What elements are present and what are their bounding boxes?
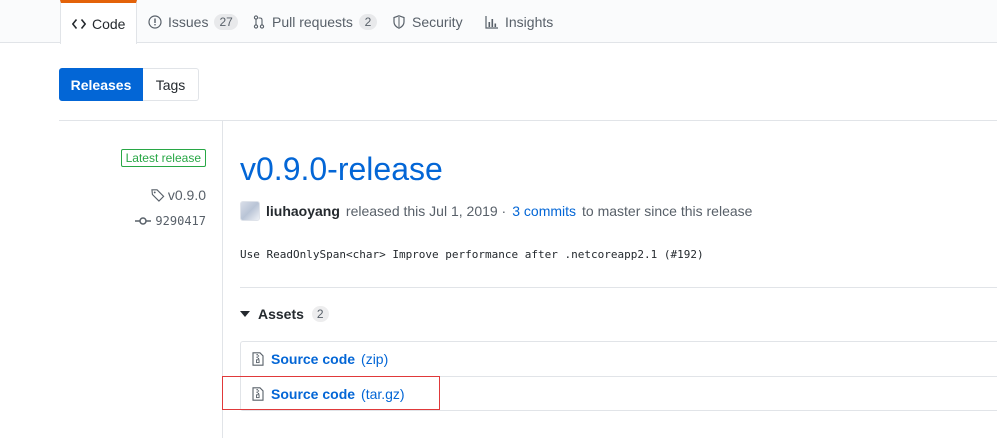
release-main: v0.9.0-release liuhaoyang released this … [240, 121, 997, 438]
tab-issues-label: Issues [168, 13, 209, 30]
commits-link[interactable]: 3 commits [512, 203, 576, 219]
file-zip-icon [251, 386, 265, 402]
asset-source-targz[interactable]: Source code (tar.gz) [241, 376, 997, 410]
tab-code[interactable]: Code [60, 0, 138, 44]
release-tag-label: v0.9.0 [167, 187, 206, 203]
assets-label: Assets [258, 306, 304, 322]
assets-count: 2 [311, 306, 329, 322]
assets-divider [240, 287, 997, 288]
releases-button[interactable]: Releases [59, 68, 143, 101]
release-entry: Latest release v0.9.0 9290417 v0.9.0-rel… [59, 120, 997, 438]
commit-icon [135, 213, 152, 229]
release-commit-sha: 9290417 [155, 214, 206, 228]
release-tag[interactable]: v0.9.0 [151, 187, 206, 203]
release-commit[interactable]: 9290417 [135, 213, 206, 229]
asset-kind: (tar.gz) [361, 385, 405, 402]
repo-nav: Code Issues 27 Pull requests 2 Security … [0, 0, 997, 44]
pull-request-icon [252, 14, 266, 30]
tab-insights-label: Insights [505, 13, 554, 30]
tab-code-label: Code [92, 15, 126, 32]
caret-down-icon [240, 311, 250, 317]
issue-icon [148, 14, 162, 30]
asset-kind: (zip) [361, 351, 389, 367]
graph-icon [485, 14, 499, 30]
release-byline: liuhaoyang released this Jul 1, 2019 · 3… [240, 201, 752, 221]
release-meta: Latest release v0.9.0 9290417 [59, 121, 222, 438]
release-notes: Use ReadOnlySpan<char> Improve performan… [240, 248, 704, 261]
tab-insights[interactable]: Insights [485, 0, 553, 43]
tags-button[interactable]: Tags [143, 68, 199, 101]
timeline-divider [222, 121, 223, 438]
released-text: released this Jul 1, 2019 · [345, 203, 507, 219]
tab-security[interactable]: Security [392, 0, 463, 43]
releases-tags-switch: Releases Tags [59, 68, 199, 101]
avatar[interactable] [240, 201, 260, 221]
latest-release-badge: Latest release [120, 149, 206, 167]
tag-icon [151, 187, 165, 203]
pull-requests-count: 2 [358, 13, 377, 30]
file-zip-icon [251, 351, 265, 367]
asset-name: Source code [271, 385, 356, 402]
release-title[interactable]: v0.9.0-release [240, 151, 443, 188]
tab-pull-requests-label: Pull requests [272, 13, 353, 30]
asset-name: Source code [271, 351, 356, 367]
asset-source-zip[interactable]: Source code (zip) [241, 342, 997, 376]
code-icon [72, 16, 86, 32]
shield-icon [392, 14, 406, 30]
tab-security-label: Security [412, 13, 463, 30]
asset-list: Source code (zip) Source code (tar.gz) [240, 341, 997, 411]
assets-toggle[interactable]: Assets 2 [240, 306, 329, 322]
tab-pull-requests[interactable]: Pull requests 2 [252, 0, 377, 43]
commits-suffix: to master since this release [582, 203, 753, 219]
author-link[interactable]: liuhaoyang [266, 203, 340, 219]
tab-issues[interactable]: Issues 27 [148, 0, 238, 43]
issues-count: 27 [214, 13, 238, 30]
